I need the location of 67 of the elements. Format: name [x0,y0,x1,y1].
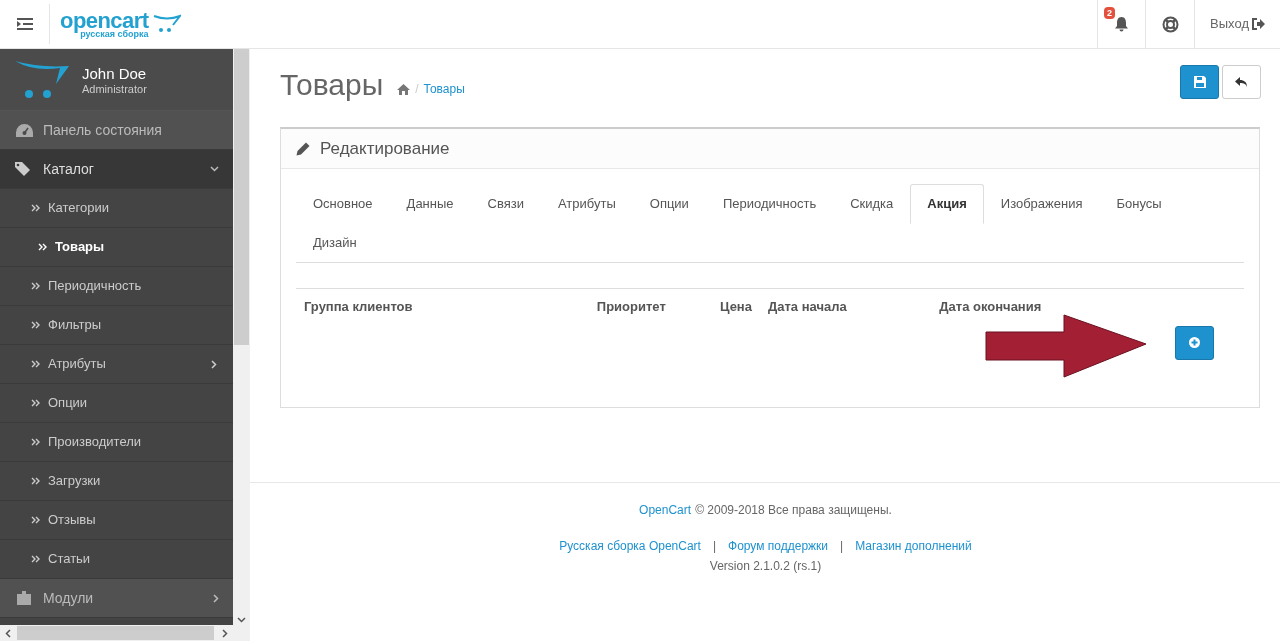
logout-link[interactable]: Выход [1194,0,1280,48]
double-chevron-icon [38,243,47,251]
double-chevron-icon [31,555,40,563]
logout-icon [1252,18,1265,30]
page-title: Товары [280,67,384,103]
tab[interactable]: Основное [296,184,390,224]
bell-icon[interactable] [1114,16,1130,32]
cart-logo-icon [14,59,70,100]
double-chevron-icon [31,477,40,485]
tab[interactable]: Бонусы [1099,184,1179,224]
double-chevron-icon [31,438,40,446]
user-name: John Doe [82,63,147,83]
horizontal-scrollbar[interactable] [0,625,250,641]
tab[interactable]: Дизайн [296,223,374,263]
vertical-scrollbar[interactable] [233,49,250,625]
double-chevron-icon [31,516,40,524]
version-text: Version 2.1.0.2 (rs.1) [709,558,822,575]
tab[interactable]: Данные [389,184,471,224]
tab[interactable]: Скидка [833,184,911,224]
double-chevron-icon [31,204,40,212]
breadcrumb-link[interactable]: Товары [423,80,465,98]
tab[interactable]: Акция [910,184,984,224]
reply-icon [1235,76,1248,88]
footer-link[interactable]: OpenCart [639,501,692,519]
column-header: Цена [673,288,760,323]
save-button[interactable] [1180,65,1219,99]
lifebuoy-icon[interactable] [1161,15,1179,33]
chevron-right-icon [211,359,217,369]
tab[interactable]: Связи [470,184,541,224]
home-icon[interactable] [397,83,411,95]
add-button[interactable] [1175,325,1215,360]
scroll-left-icon[interactable] [5,629,11,638]
footer-link[interactable]: Магазин дополнений [855,537,972,555]
sidebar-item[interactable]: Модули [0,579,233,618]
separator-text: | [712,538,717,555]
puzzle-icon [17,591,31,605]
double-chevron-icon [31,360,40,368]
tab[interactable]: Атрибуты [540,184,633,224]
tab[interactable]: Изображения [983,184,1100,224]
column-header: Группа клиентов [296,288,520,323]
scroll-right-icon[interactable] [222,629,228,638]
save-icon [1193,76,1206,88]
pencil-icon [296,141,310,156]
dashboard-icon [15,123,33,137]
double-chevron-icon [31,282,40,290]
scroll-down-icon[interactable] [237,617,246,623]
copyright-text: © 2009-2018 Все права защищены. [695,502,892,519]
sidebar-item[interactable]: Панель состояния [0,111,233,150]
tags-icon [15,162,33,176]
column-header: Дата окончания [931,288,1146,323]
sidebar-item[interactable]: Каталог [0,150,233,189]
double-chevron-icon [31,399,40,407]
column-header: Приоритет [519,288,674,323]
footer-link[interactable]: Форум поддержки [728,537,829,555]
back-button[interactable] [1222,65,1261,99]
tab[interactable]: Опции [632,184,706,224]
tab[interactable]: Периодичность [705,184,834,224]
user-role: Administrator [82,82,147,96]
separator-text: | [840,538,844,555]
column-header: Дата начала [759,288,932,323]
menu-icon[interactable] [16,18,33,30]
panel-heading: Редактирование [320,137,450,160]
footer-link[interactable]: Русская сборка OpenCart [559,537,701,555]
double-chevron-icon [31,321,40,329]
notification-badge: 2 [1104,7,1116,19]
breadcrumb-separator: / [415,81,419,98]
plus-circle-icon [1189,337,1201,348]
